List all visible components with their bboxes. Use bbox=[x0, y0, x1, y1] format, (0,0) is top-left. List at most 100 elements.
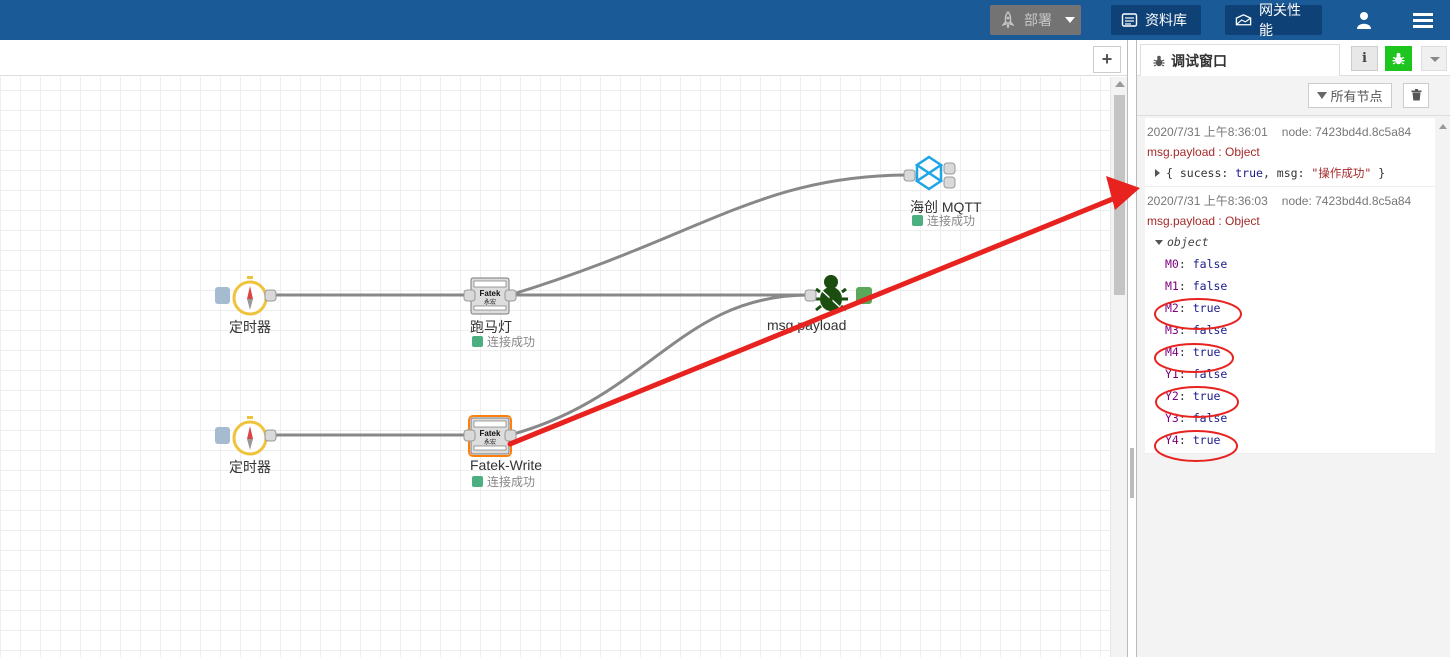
message-body: { sucess: true, msg: "操作成功" } bbox=[1147, 162, 1433, 184]
message-node[interactable]: node: 7423bd4d.8c5a84 bbox=[1282, 125, 1411, 139]
debug-tab-button[interactable] bbox=[1385, 46, 1412, 71]
property-row: M1: false bbox=[1165, 279, 1228, 293]
tab-label: 调试窗口 bbox=[1171, 52, 1227, 69]
hamburger-menu-icon bbox=[1413, 13, 1433, 28]
sidebar-more-button[interactable] bbox=[1421, 46, 1447, 71]
debug-toolbar: 所有节点 bbox=[1137, 76, 1450, 116]
status-dot-icon bbox=[472, 336, 483, 347]
status-text: 连接成功 bbox=[927, 214, 976, 228]
message-time: 2020/7/31 上午8:36:03 bbox=[1147, 194, 1268, 208]
dashboard-icon bbox=[1235, 14, 1252, 26]
status-text: 连接成功 bbox=[487, 475, 536, 489]
property-row: Y3: false bbox=[1165, 411, 1228, 425]
gateway-performance-button[interactable]: 网关性能 bbox=[1225, 2, 1322, 38]
property-row: Y2: true bbox=[1165, 389, 1221, 403]
info-tab-button[interactable]: i bbox=[1351, 46, 1378, 71]
timer-icon bbox=[232, 276, 268, 316]
wire-fatek2-debug bbox=[509, 293, 810, 437]
wire-fatek1-mqtt bbox=[509, 173, 910, 297]
tab-debug-window[interactable]: 调试窗口 bbox=[1140, 44, 1340, 77]
deploy-label: 部署 bbox=[1024, 12, 1052, 28]
fatek-icon-sub: 永宏 bbox=[484, 298, 496, 306]
add-flow-button[interactable]: + bbox=[1093, 46, 1121, 73]
message-meta: 2020/7/31 上午8:36:01 node: 7423bd4d.8c5a84 bbox=[1147, 122, 1433, 142]
debug-message: 2020/7/31 上午8:36:01 node: 7423bd4d.8c5a84… bbox=[1145, 118, 1435, 187]
user-icon bbox=[1357, 12, 1371, 29]
inject-button bbox=[215, 427, 230, 444]
top-header: 部署 资料库 网关性能 bbox=[0, 0, 1450, 40]
scroll-up-icon[interactable] bbox=[1439, 124, 1447, 129]
rocket-icon bbox=[1001, 11, 1015, 29]
property-row: M4: true bbox=[1165, 345, 1221, 359]
status-dot-icon bbox=[472, 476, 483, 487]
expand-icon[interactable] bbox=[1155, 169, 1160, 177]
scrollbar-thumb[interactable] bbox=[1114, 95, 1125, 295]
debug-messages: 2020/7/31 上午8:36:01 node: 7423bd4d.8c5a84… bbox=[1145, 118, 1435, 454]
library-button[interactable]: 资料库 bbox=[1111, 5, 1201, 35]
fatek-icon-text: Fatek bbox=[480, 289, 501, 298]
user-button[interactable] bbox=[1350, 5, 1378, 35]
timer1-label: 定时器 bbox=[229, 319, 271, 335]
chevron-down-icon bbox=[1430, 57, 1440, 62]
object-summary-row[interactable]: { sucess: true, msg: "操作成功" } bbox=[1147, 162, 1433, 184]
canvas-vertical-scrollbar[interactable] bbox=[1110, 77, 1127, 657]
main-menu-button[interactable] bbox=[1409, 5, 1437, 35]
fatek-node-2: Fatek 永宏 bbox=[463, 415, 517, 457]
book-icon bbox=[1121, 13, 1138, 27]
flow-wires: Fatek 永宏 Fatek 永宏 bbox=[215, 155, 956, 457]
chevron-down-icon[interactable] bbox=[1065, 17, 1075, 23]
mqtt-cube-icon bbox=[914, 155, 944, 191]
object-header-row[interactable]: object bbox=[1147, 231, 1433, 253]
timer-node-2 bbox=[215, 416, 277, 456]
timer-icon bbox=[232, 416, 268, 456]
filter-nodes-button[interactable]: 所有节点 bbox=[1308, 83, 1392, 108]
debug-toggle-button bbox=[856, 287, 872, 304]
property-row: M3: false bbox=[1165, 323, 1228, 337]
bug-icon bbox=[814, 275, 848, 312]
fatek-icon-sub: 永宏 bbox=[484, 438, 496, 446]
filter-icon bbox=[1317, 92, 1328, 99]
bug-icon bbox=[1153, 55, 1165, 67]
deploy-button[interactable]: 部署 bbox=[990, 5, 1081, 35]
bug-icon bbox=[1392, 52, 1405, 65]
filter-label: 所有节点 bbox=[1330, 89, 1383, 104]
sidebar: 调试窗口 i 所有节点 2020/7/31 上午8:36:01 node: 74… bbox=[1136, 40, 1450, 657]
message-node[interactable]: node: 7423bd4d.8c5a84 bbox=[1282, 194, 1411, 208]
collapse-icon[interactable] bbox=[1155, 240, 1163, 245]
timer-node-1 bbox=[215, 276, 277, 316]
property-row: Y4: true bbox=[1165, 433, 1221, 447]
flow-canvas[interactable]: Fatek 永宏 Fatek 永宏 定时器 定时器 跑马灯 连接成功 Fatek… bbox=[0, 77, 1110, 657]
mqtt-status: 连接成功 bbox=[912, 212, 975, 229]
splitter-handle[interactable] bbox=[1130, 448, 1134, 498]
workspace: + Fatek 永宏 Fatek 永宏 定时器 定时器 跑马灯 连接成功 Fat… bbox=[0, 40, 1128, 657]
fatek2-label: Fatek-Write bbox=[470, 457, 543, 473]
fatek1-status: 连接成功 bbox=[472, 333, 535, 350]
message-topic: msg.payload : Object bbox=[1147, 145, 1260, 159]
property-row: M0: false bbox=[1165, 257, 1228, 271]
debug-label: msg.payload bbox=[767, 317, 847, 333]
sidebar-scrollbar[interactable] bbox=[1437, 118, 1449, 657]
sidebar-splitter[interactable] bbox=[1128, 40, 1136, 657]
debug-message: 2020/7/31 上午8:36:03 node: 7423bd4d.8c5a84… bbox=[1145, 187, 1435, 454]
debug-node bbox=[804, 275, 872, 312]
sidebar-tabs: 调试窗口 i bbox=[1137, 40, 1450, 77]
performance-label: 网关性能 bbox=[1259, 2, 1302, 38]
library-label: 资料库 bbox=[1145, 12, 1187, 28]
scroll-up-icon[interactable] bbox=[1115, 81, 1125, 87]
property-row: M2: true bbox=[1165, 301, 1221, 315]
status-text: 连接成功 bbox=[487, 335, 536, 349]
inject-button bbox=[215, 287, 230, 304]
property-row: Y1: false bbox=[1165, 367, 1228, 381]
timer2-label: 定时器 bbox=[229, 459, 271, 475]
mqtt-node bbox=[903, 155, 956, 191]
message-body: object M0: false M1: false M2: true M3: … bbox=[1147, 231, 1433, 451]
fatek-node-1: Fatek 永宏 bbox=[463, 277, 517, 315]
clear-log-button[interactable] bbox=[1403, 83, 1429, 108]
fatek2-status: 连接成功 bbox=[472, 473, 535, 490]
fatek-icon-text: Fatek bbox=[480, 429, 501, 438]
status-dot-icon bbox=[912, 215, 923, 226]
message-meta: 2020/7/31 上午8:36:03 node: 7423bd4d.8c5a84 bbox=[1147, 191, 1433, 211]
trash-icon bbox=[1411, 89, 1421, 101]
message-topic: msg.payload : Object bbox=[1147, 214, 1260, 228]
message-time: 2020/7/31 上午8:36:01 bbox=[1147, 125, 1268, 139]
